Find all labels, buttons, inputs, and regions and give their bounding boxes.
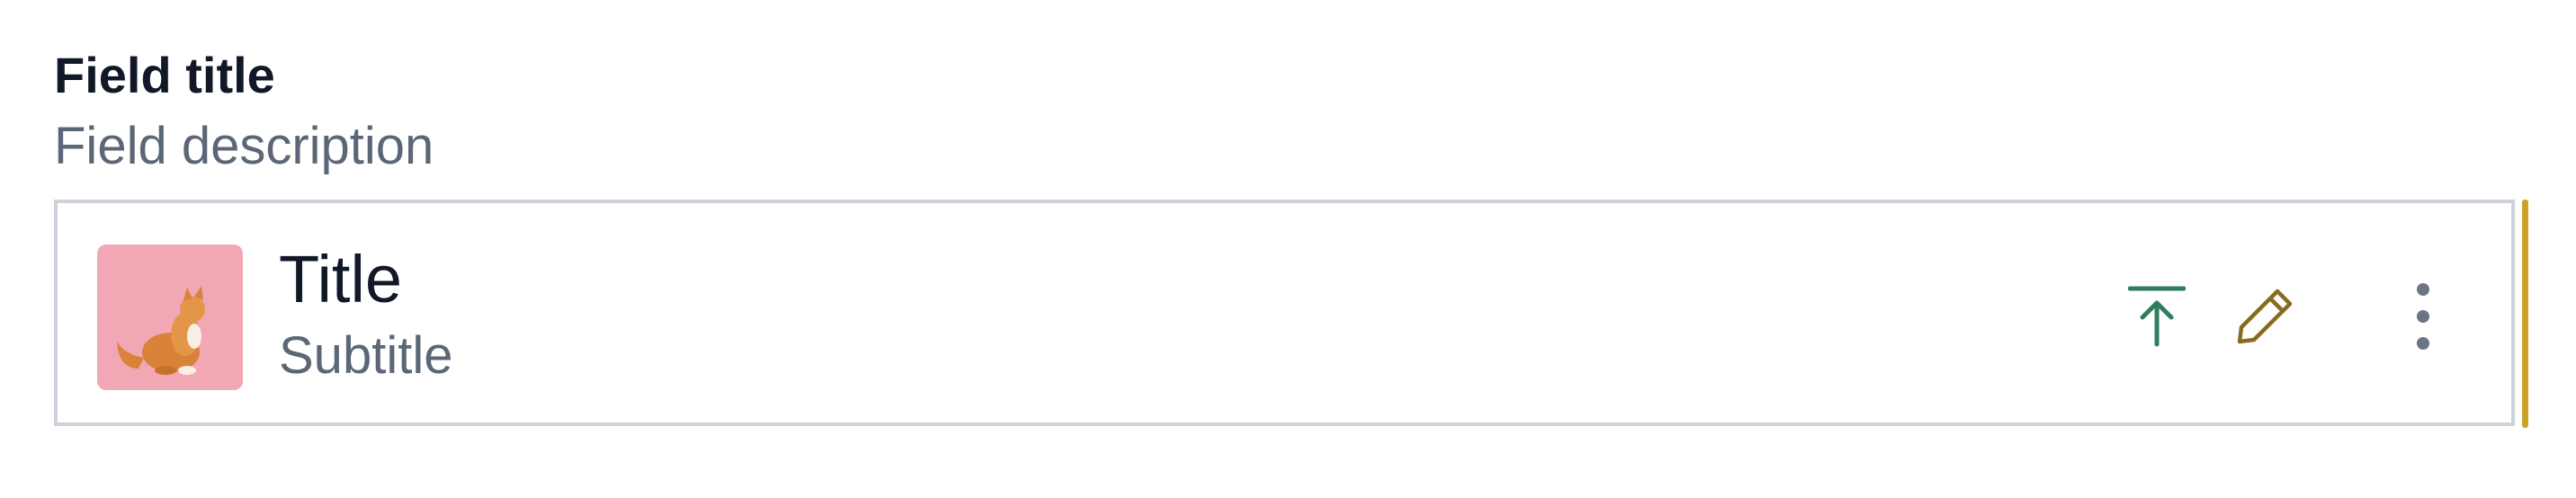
item-title: Title (279, 242, 403, 316)
arrow-up-to-line-icon (2128, 286, 2186, 347)
field: Field title Field description Title Subt… (0, 0, 2576, 498)
more-vertical-icon (2417, 283, 2429, 350)
edit-button[interactable] (2229, 280, 2301, 352)
reference-card[interactable]: Title Subtitle (54, 200, 2515, 426)
publish-button[interactable] (2121, 280, 2193, 352)
change-indicator (2522, 200, 2528, 428)
thumbnail-image (97, 245, 243, 390)
pencil-icon (2237, 289, 2293, 344)
item-subtitle: Subtitle (279, 326, 453, 385)
more-menu-button[interactable] (2387, 280, 2459, 352)
field-description: Field description (54, 117, 434, 175)
field-title: Field title (54, 47, 275, 103)
